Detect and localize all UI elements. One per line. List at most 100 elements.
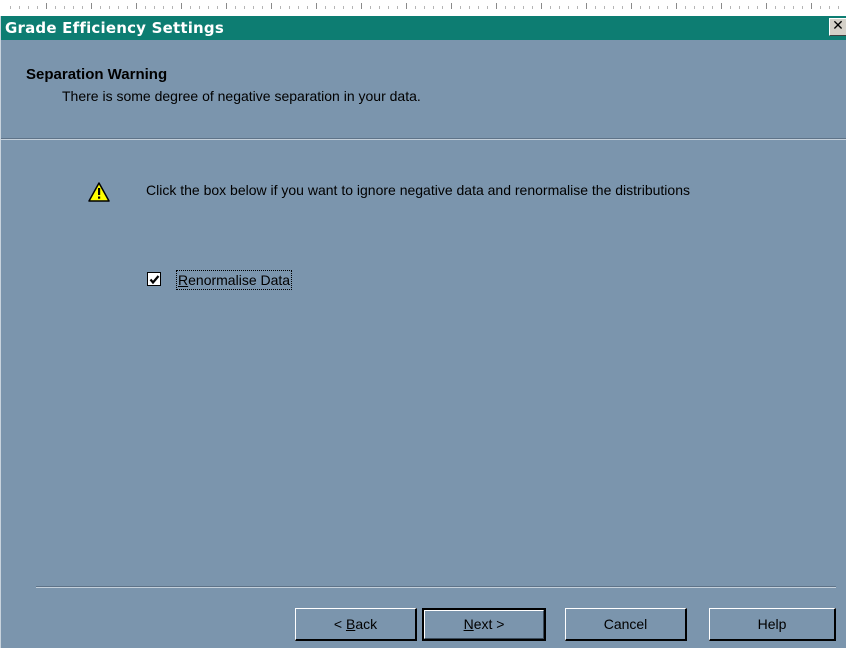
ruler-tick xyxy=(10,6,11,9)
ruler-tick xyxy=(73,6,74,9)
ruler-tick xyxy=(316,3,317,9)
ruler-tick xyxy=(604,6,605,9)
ruler-tick xyxy=(595,6,596,9)
wizard-header: Separation Warning There is some degree … xyxy=(1,40,846,138)
next-mnemonic: N xyxy=(463,616,474,632)
ruler-tick xyxy=(766,3,767,9)
ruler-tick xyxy=(46,3,47,9)
ruler-tick xyxy=(487,6,488,9)
ruler-tick xyxy=(505,6,506,9)
title-bar[interactable]: Grade Efficiency Settings ✕ xyxy=(1,16,846,40)
ruler-tick xyxy=(334,6,335,9)
help-button[interactable]: Help xyxy=(709,608,836,641)
ruler-tick xyxy=(172,6,173,9)
help-label: Help xyxy=(757,616,787,632)
ruler-tick xyxy=(154,6,155,9)
ruler-tick xyxy=(514,6,515,9)
next-button-face[interactable]: Next > xyxy=(424,610,544,639)
ruler-tick xyxy=(838,6,839,9)
ruler-tick xyxy=(19,6,20,9)
ruler-tick xyxy=(82,6,83,9)
ruler-tick xyxy=(631,3,632,9)
ruler-tick xyxy=(208,6,209,9)
background-ruler xyxy=(0,0,846,16)
cancel-label: Cancel xyxy=(603,616,648,632)
ruler-tick xyxy=(235,6,236,9)
ruler-tick xyxy=(406,3,407,9)
ruler-tick xyxy=(100,6,101,9)
ruler-tick xyxy=(478,6,479,9)
ruler-tick xyxy=(136,3,137,9)
ruler-tick xyxy=(163,6,164,9)
next-label-rest: ext > xyxy=(473,616,505,632)
ruler-tick xyxy=(784,6,785,9)
renormalise-checkbox[interactable] xyxy=(147,272,161,286)
cancel-button[interactable]: Cancel xyxy=(565,608,687,641)
ruler-tick xyxy=(217,6,218,9)
ruler-tick xyxy=(64,6,65,9)
warning-icon xyxy=(88,182,110,202)
ruler-tick xyxy=(469,6,470,9)
window-title: Grade Efficiency Settings xyxy=(5,19,224,37)
next-button[interactable]: Next > xyxy=(422,608,546,641)
ruler-tick xyxy=(28,6,29,9)
header-divider xyxy=(1,138,846,140)
ruler-tick xyxy=(271,3,272,9)
ruler-tick xyxy=(118,6,119,9)
ruler-tick xyxy=(739,6,740,9)
close-button[interactable]: ✕ xyxy=(829,18,846,36)
back-label-rest: ack xyxy=(355,616,378,632)
ruler-tick xyxy=(793,6,794,9)
warning-message: Click the box below if you want to ignor… xyxy=(146,182,690,198)
renormalise-label[interactable]: Renormalise Data xyxy=(176,270,293,290)
ruler-tick xyxy=(109,6,110,9)
ruler-tick xyxy=(622,6,623,9)
ruler-tick xyxy=(325,6,326,9)
ruler-tick xyxy=(298,6,299,9)
renormalise-label-rest: enormalise Data xyxy=(188,272,291,288)
ruler-tick xyxy=(541,3,542,9)
back-mnemonic: B xyxy=(345,616,356,632)
ruler-tick xyxy=(262,6,263,9)
ruler-tick xyxy=(280,6,281,9)
ruler-tick xyxy=(550,6,551,9)
ruler-tick xyxy=(415,6,416,9)
ruler-tick xyxy=(568,6,569,9)
ruler-tick xyxy=(667,6,668,9)
ruler-tick xyxy=(757,6,758,9)
ruler-tick xyxy=(226,3,227,9)
ruler-tick xyxy=(748,6,749,9)
ruler-tick xyxy=(523,6,524,9)
ruler-tick xyxy=(640,6,641,9)
ruler-tick xyxy=(649,6,650,9)
wizard-dialog: Grade Efficiency Settings ✕ Separation W… xyxy=(0,16,846,648)
ruler-tick xyxy=(820,6,821,9)
back-button[interactable]: < Back xyxy=(295,608,417,641)
ruler-tick xyxy=(343,6,344,9)
back-prefix: < xyxy=(333,616,346,632)
ruler-tick xyxy=(460,6,461,9)
checkmark-icon xyxy=(149,275,160,285)
ruler-tick xyxy=(496,3,497,9)
ruler-tick xyxy=(676,3,677,9)
ruler-tick xyxy=(253,6,254,9)
ruler-tick xyxy=(658,6,659,9)
ruler-tick xyxy=(190,6,191,9)
ruler-tick xyxy=(775,6,776,9)
ruler-tick xyxy=(307,6,308,9)
ruler-tick xyxy=(244,6,245,9)
ruler-tick xyxy=(532,6,533,9)
ruler-tick xyxy=(37,6,38,9)
ruler-tick xyxy=(127,6,128,9)
close-icon[interactable]: ✕ xyxy=(832,18,844,34)
ruler-tick xyxy=(703,6,704,9)
ruler-tick xyxy=(685,6,686,9)
ruler-tick xyxy=(388,6,389,9)
ruler-tick xyxy=(559,6,560,9)
ruler-tick xyxy=(442,6,443,9)
ruler-tick xyxy=(145,6,146,9)
ruler-tick xyxy=(379,6,380,9)
ruler-tick xyxy=(424,6,425,9)
ruler-tick xyxy=(730,6,731,9)
ruler-tick xyxy=(829,6,830,9)
